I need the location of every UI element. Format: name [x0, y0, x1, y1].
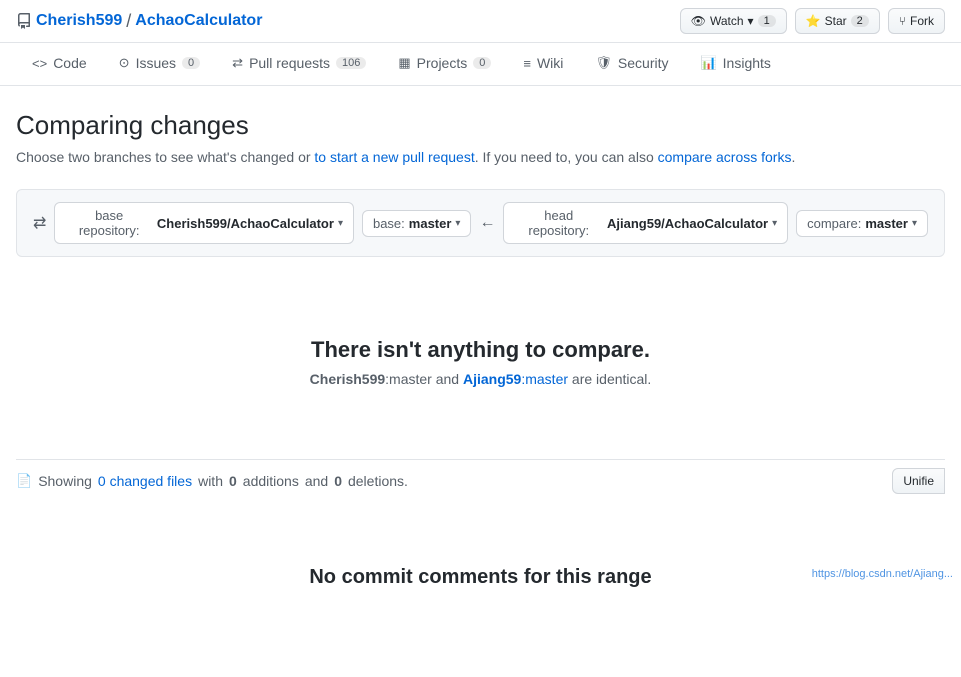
unified-button[interactable]: Unifie: [892, 468, 945, 494]
no-commit-section: No commit comments for this range: [16, 502, 945, 653]
file-stats: 📄 Showing 0 changed files with 0 additio…: [16, 459, 945, 502]
empty-state: There isn't anything to compare. Cherish…: [16, 289, 945, 435]
code-icon: <>: [32, 56, 47, 71]
nav-tabs: <> Code ⊙ Issues 0 ⇄ Pull requests 106 ▦…: [0, 43, 961, 86]
subtitle-middle: . If you need to, you can also: [475, 149, 658, 165]
repo-separator: /: [126, 11, 131, 32]
deletions-text: deletions.: [348, 473, 408, 489]
additions-count: 0: [229, 473, 237, 489]
pr-count: 106: [336, 57, 366, 69]
repo-icon: [16, 13, 32, 29]
subtitle-prefix: Choose two branches to see what's change…: [16, 149, 314, 165]
and-text2: and: [305, 473, 328, 489]
compare-arrows-icon: ⇄: [33, 213, 46, 233]
base-branch-value: master: [409, 216, 452, 231]
file-icon: 📄: [16, 473, 32, 489]
direction-arrow-icon: ←: [479, 214, 495, 232]
repo-owner-link[interactable]: Cherish599: [36, 12, 122, 30]
page-subtitle: Choose two branches to see what's change…: [16, 149, 945, 165]
repo-name-link[interactable]: AchaoCalculator: [135, 12, 262, 30]
deletions-count: 0: [334, 473, 342, 489]
additions-text: additions: [243, 473, 299, 489]
tab-code-label: Code: [53, 55, 86, 71]
tab-projects-label: Projects: [417, 55, 468, 71]
empty-heading: There isn't anything to compare.: [16, 337, 945, 363]
file-stats-left: 📄 Showing 0 changed files with 0 additio…: [16, 473, 408, 489]
base-repo-chevron: ▾: [338, 218, 343, 229]
compare-branch-value: master: [865, 216, 908, 231]
tab-insights[interactable]: 📊 Insights: [684, 43, 786, 85]
with-text: with: [198, 473, 223, 489]
tab-wiki[interactable]: ≡ Wiki: [507, 43, 579, 85]
base-repo-label: base repository:: [65, 208, 153, 238]
base-branch-label: base:: [373, 216, 405, 231]
tab-pull-requests[interactable]: ⇄ Pull requests 106: [216, 43, 382, 85]
tab-security[interactable]: 🛡 Security: [579, 43, 684, 85]
watch-button[interactable]: 👁 Watch ▾ 1: [680, 8, 787, 34]
showing-text: Showing: [38, 473, 92, 489]
watch-chevron: ▾: [748, 14, 754, 28]
new-pr-link[interactable]: to start a new pull request: [314, 149, 474, 165]
tab-security-label: Security: [618, 55, 669, 71]
fork-label: Fork: [910, 14, 934, 28]
changed-files-link[interactable]: 0 changed files: [98, 473, 192, 489]
branch2-link[interactable]: Ajiang59:master: [463, 371, 568, 387]
head-repo-chevron: ▾: [772, 218, 777, 229]
watermark-text: https://blog.csdn.net/Ajiang...: [812, 568, 953, 580]
subtitle-suffix: .: [791, 149, 795, 165]
tab-wiki-label: Wiki: [537, 55, 563, 71]
star-label: Star: [825, 14, 847, 28]
issues-icon: ⊙: [119, 55, 130, 71]
topbar: Cherish599 / AchaoCalculator 👁 Watch ▾ 1…: [0, 0, 961, 43]
head-repo-label: head repository:: [514, 208, 603, 238]
shield-icon: 🛡: [595, 55, 612, 71]
base-branch-chevron: ▾: [455, 218, 460, 229]
head-repo-value: Ajiang59/AchaoCalculator: [607, 216, 768, 231]
watch-count: 1: [758, 15, 776, 27]
fork-icon: ⑂: [899, 14, 906, 28]
main-content: Comparing changes Choose two branches to…: [0, 86, 961, 677]
compare-branch-label: compare:: [807, 216, 861, 231]
eye-icon: 👁: [691, 14, 706, 28]
tab-pr-label: Pull requests: [249, 55, 330, 71]
wiki-icon: ≡: [523, 56, 531, 71]
empty-description: Cherish599:master and Ajiang59:master ar…: [16, 371, 945, 387]
tab-insights-label: Insights: [723, 55, 771, 71]
star-icon: ⭐: [806, 14, 821, 28]
head-repo-select[interactable]: head repository: Ajiang59/AchaoCalculato…: [503, 202, 788, 244]
compare-bar: ⇄ base repository: Cherish599/AchaoCalcu…: [16, 189, 945, 257]
compare-branch-chevron: ▾: [912, 218, 917, 229]
base-repo-value: Cherish599/AchaoCalculator: [157, 216, 334, 231]
issues-count: 0: [182, 57, 200, 69]
compare-forks-link[interactable]: compare across forks: [658, 149, 792, 165]
star-button[interactable]: ⭐ Star 2: [795, 8, 880, 34]
compare-branch-select[interactable]: compare: master ▾: [796, 210, 928, 237]
pr-icon: ⇄: [232, 55, 243, 71]
insights-icon: 📊: [700, 55, 716, 71]
tab-projects[interactable]: ▦ Projects 0: [382, 43, 507, 85]
watch-label: Watch: [710, 14, 744, 28]
repo-path: Cherish599 / AchaoCalculator: [16, 11, 262, 32]
tab-issues-label: Issues: [136, 55, 176, 71]
projects-icon: ▦: [398, 55, 410, 71]
tab-issues[interactable]: ⊙ Issues 0: [103, 43, 217, 85]
tab-code[interactable]: <> Code: [16, 43, 103, 85]
no-commit-text: No commit comments for this range: [309, 566, 651, 588]
star-count: 2: [851, 15, 869, 27]
page-title: Comparing changes: [16, 110, 945, 141]
fork-button[interactable]: ⑂ Fork: [888, 8, 945, 34]
watermark: https://blog.csdn.net/Ajiang...: [812, 568, 953, 580]
projects-count: 0: [473, 57, 491, 69]
top-actions: 👁 Watch ▾ 1 ⭐ Star 2 ⑂ Fork: [680, 8, 945, 34]
base-branch-select[interactable]: base: master ▾: [362, 210, 471, 237]
base-repo-select[interactable]: base repository: Cherish599/AchaoCalcula…: [54, 202, 354, 244]
